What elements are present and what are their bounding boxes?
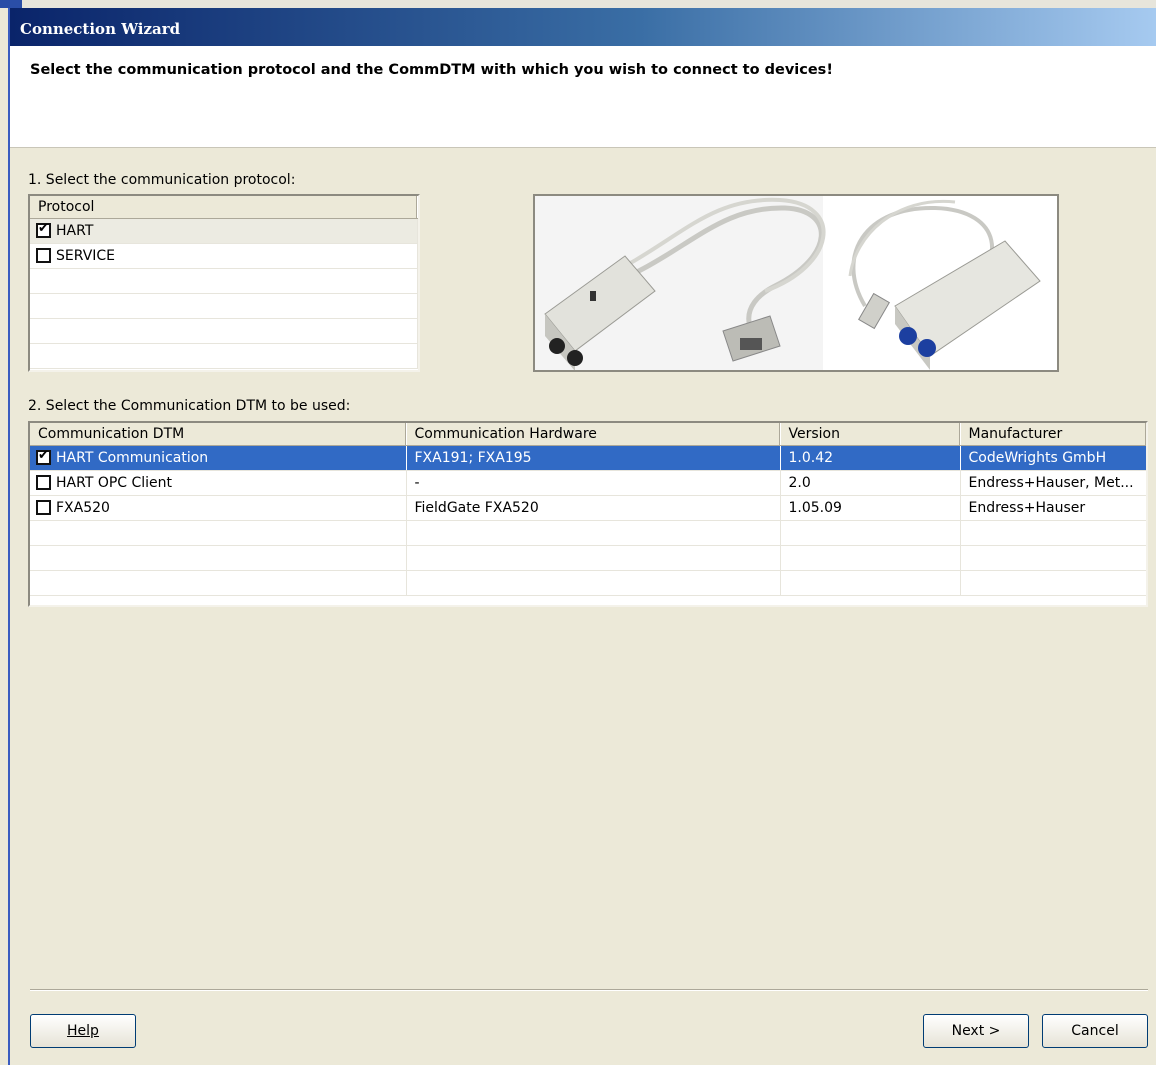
protocol-list[interactable]: Protocol HART SERVICE <box>28 194 420 372</box>
empty-cell <box>30 318 418 344</box>
empty-row <box>30 520 1146 546</box>
empty-row <box>30 545 1146 571</box>
empty-row <box>30 570 1146 596</box>
protocol-cell[interactable]: HART <box>30 218 418 244</box>
dtm-cell-manufacturer[interactable]: Endress+Hauser <box>960 495 1146 521</box>
help-button-label: Help <box>67 1023 99 1039</box>
dtm-manufacturer-text: Endress+Hauser <box>968 499 1086 516</box>
dtm-cell-manufacturer[interactable]: CodeWrights GmbH <box>960 445 1146 471</box>
dtm-checkbox[interactable] <box>36 499 51 515</box>
dtm-cell-hardware[interactable]: - <box>406 470 781 496</box>
empty-row <box>30 343 418 369</box>
dtm-checkbox[interactable] <box>36 448 51 465</box>
cancel-button[interactable]: Cancel <box>1042 1014 1148 1048</box>
commdtm-table[interactable]: Communication DTM Communication Hardware… <box>28 421 1148 607</box>
empty-cell <box>960 545 1146 571</box>
dtm-row[interactable]: HART OPC Client - 2.0 Endress+Hauser, Met..… <box>30 470 1146 496</box>
dtm-version-text: 1.05.09 <box>788 499 842 516</box>
protocol-name: SERVICE <box>56 247 116 264</box>
column-header-hardware[interactable]: Communication Hardware <box>406 423 781 446</box>
empty-row <box>30 318 418 344</box>
dialog-title: Connection Wizard <box>10 8 1156 46</box>
dtm-dtm-text: FXA520 <box>56 499 110 516</box>
empty-cell <box>406 545 781 571</box>
connection-wizard-dialog: Connection Wizard Select the communicati… <box>8 8 1156 1065</box>
dtm-cell-hardware[interactable]: FieldGate FXA520 <box>406 495 781 521</box>
dtm-version-text: 2.0 <box>788 474 811 491</box>
dtm-hardware-text: FieldGate FXA520 <box>414 499 539 516</box>
dtm-cell-hardware[interactable]: FXA191; FXA195 <box>406 445 781 471</box>
dtm-row[interactable]: HART Communication FXA191; FXA195 1.0.42 Co… <box>30 445 1146 471</box>
empty-cell <box>780 570 961 596</box>
commubox-illustration <box>535 196 1057 370</box>
empty-cell <box>30 545 407 571</box>
dtm-cell-dtm[interactable]: HART Communication <box>30 445 407 471</box>
dtm-hardware-text: FXA191; FXA195 <box>414 449 532 466</box>
empty-cell <box>960 570 1146 596</box>
empty-cell <box>30 520 407 546</box>
protocol-checkbox[interactable] <box>36 221 51 238</box>
protocol-name: HART <box>56 222 94 239</box>
empty-cell <box>30 343 418 369</box>
dtm-cell-manufacturer[interactable]: Endress+Hauser, Met... <box>960 470 1146 496</box>
dtm-version-text: 1.0.42 <box>788 449 834 466</box>
column-header-dtm[interactable]: Communication DTM <box>30 423 407 446</box>
protocol-row[interactable]: HART <box>30 218 418 244</box>
dtm-row[interactable]: FXA520 FieldGate FXA520 1.05.09 Endress+Hau… <box>30 495 1146 521</box>
protocol-row[interactable]: SERVICE <box>30 243 418 269</box>
empty-row <box>30 293 418 319</box>
footer-separator <box>30 989 1148 991</box>
dtm-cell-version[interactable]: 1.0.42 <box>780 445 961 471</box>
column-header-version[interactable]: Version <box>780 423 961 446</box>
hardware-image <box>533 194 1059 372</box>
protocol-cell[interactable]: SERVICE <box>30 243 418 269</box>
empty-cell <box>30 570 407 596</box>
instruction-text: Select the communication protocol and th… <box>30 62 833 78</box>
outer-title-strip <box>0 0 1156 8</box>
next-button[interactable]: Next > <box>923 1014 1029 1048</box>
empty-cell <box>406 570 781 596</box>
column-header-manufacturer[interactable]: Manufacturer <box>960 423 1146 446</box>
step1-label: 1. Select the communication protocol: <box>28 172 296 188</box>
dtm-cell-version[interactable]: 1.05.09 <box>780 495 961 521</box>
protocol-column-header[interactable]: Protocol <box>30 196 418 219</box>
empty-cell <box>960 520 1146 546</box>
step2-label: 2. Select the Communication DTM to be us… <box>28 398 351 414</box>
help-button[interactable]: Help <box>30 1014 136 1048</box>
empty-cell <box>780 545 961 571</box>
empty-cell <box>30 293 418 319</box>
dtm-cell-dtm[interactable]: FXA520 <box>30 495 407 521</box>
dtm-dtm-text: HART Communication <box>56 449 209 466</box>
empty-cell <box>30 268 418 294</box>
dtm-dtm-text: HART OPC Client <box>56 474 173 491</box>
dtm-cell-dtm[interactable]: HART OPC Client <box>30 470 407 496</box>
protocol-checkbox[interactable] <box>36 247 51 263</box>
empty-cell <box>406 520 781 546</box>
dtm-cell-version[interactable]: 2.0 <box>780 470 961 496</box>
dtm-checkbox[interactable] <box>36 474 51 490</box>
app-icon <box>0 0 22 8</box>
empty-row <box>30 268 418 294</box>
dtm-hardware-text: - <box>414 474 420 491</box>
dtm-manufacturer-text: CodeWrights GmbH <box>968 449 1107 466</box>
header-panel: Select the communication protocol and th… <box>10 46 1156 148</box>
dtm-manufacturer-text: Endress+Hauser, Met... <box>968 474 1134 491</box>
empty-cell <box>780 520 961 546</box>
